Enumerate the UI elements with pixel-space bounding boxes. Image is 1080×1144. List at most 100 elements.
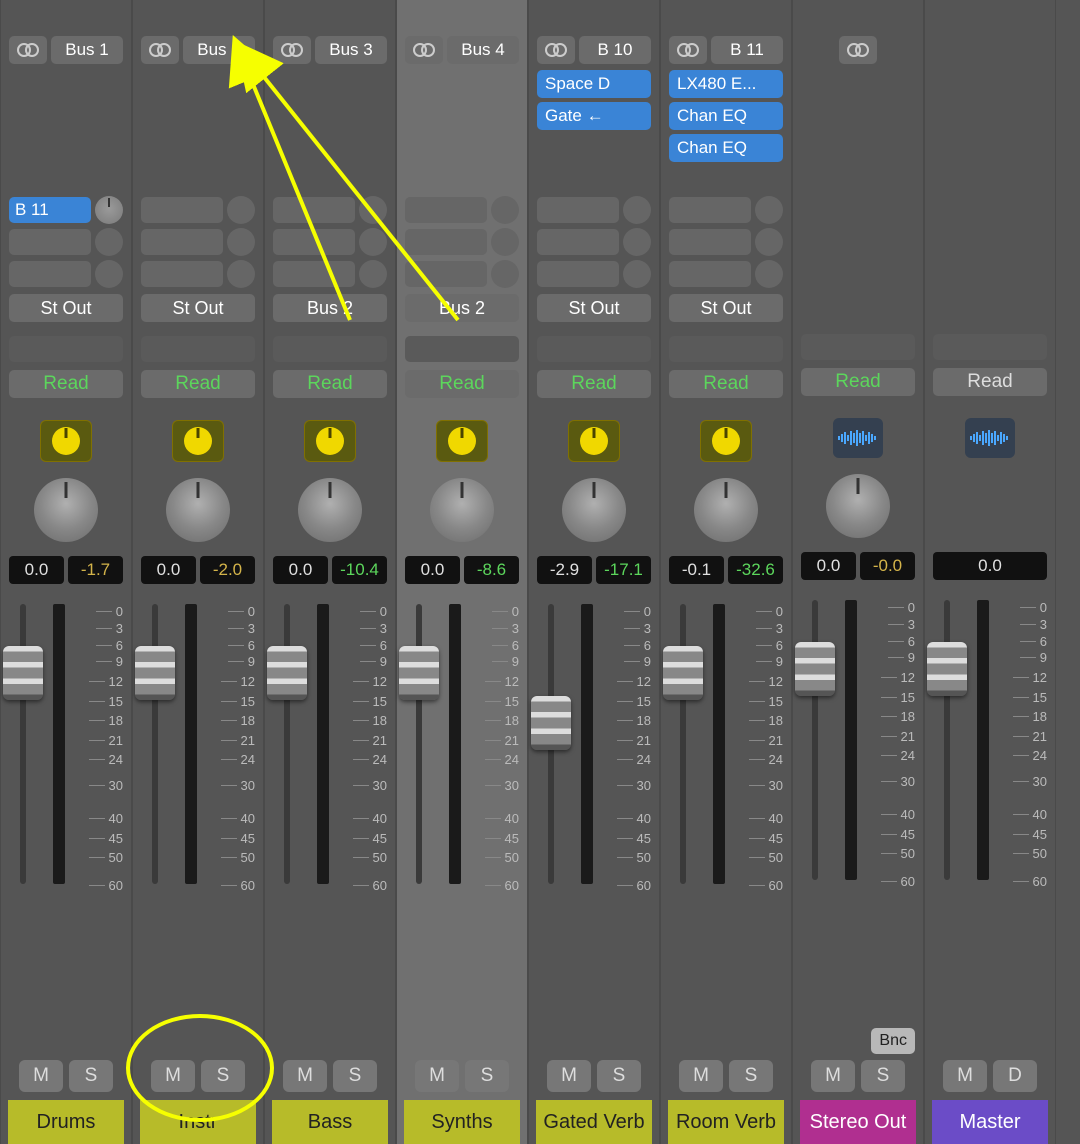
stereo-icon[interactable] xyxy=(9,36,47,64)
insert-slot[interactable]: Chan EQ xyxy=(669,134,783,162)
automation-mode[interactable]: Read xyxy=(933,368,1047,396)
db-value[interactable]: 0.0 xyxy=(801,552,856,580)
db-value[interactable]: 0.0 xyxy=(9,556,64,584)
send-slot-empty[interactable] xyxy=(669,229,751,255)
output-slot[interactable]: St Out xyxy=(141,294,255,322)
group-slot[interactable] xyxy=(933,334,1047,360)
db-value[interactable]: -0.1 xyxy=(669,556,724,584)
fader-cap[interactable] xyxy=(663,646,703,700)
fader-track[interactable] xyxy=(269,604,305,884)
output-slot[interactable]: Bus 2 xyxy=(273,294,387,322)
peak-value[interactable]: -8.6 xyxy=(464,556,519,584)
automation-mode[interactable]: Read xyxy=(537,370,651,398)
stereo-icon[interactable] xyxy=(839,36,877,64)
db-value[interactable]: 0.0 xyxy=(273,556,328,584)
pan-knob[interactable] xyxy=(430,478,494,542)
input-slot[interactable]: Bus 3 xyxy=(315,36,387,64)
db-value[interactable]: 0.0 xyxy=(933,552,1047,580)
pan-indicator[interactable] xyxy=(40,420,92,462)
output-slot[interactable]: St Out xyxy=(9,294,123,322)
peak-value[interactable]: -32.6 xyxy=(728,556,783,584)
solo-button[interactable]: S xyxy=(597,1060,641,1092)
fader-cap[interactable] xyxy=(267,646,307,700)
automation-mode[interactable]: Read xyxy=(9,370,123,398)
automation-mode[interactable]: Read xyxy=(273,370,387,398)
send-slot-empty[interactable] xyxy=(273,197,355,223)
output-slot[interactable]: St Out xyxy=(669,294,783,322)
mute-button[interactable]: M xyxy=(679,1060,723,1092)
fader-track[interactable] xyxy=(665,604,701,884)
fader-track[interactable] xyxy=(5,604,41,884)
peak-value[interactable]: -1.7 xyxy=(68,556,123,584)
db-value[interactable]: 0.0 xyxy=(405,556,460,584)
input-slot[interactable]: Bus 1 xyxy=(51,36,123,64)
mute-button[interactable]: M xyxy=(283,1060,327,1092)
automation-mode[interactable]: Read xyxy=(801,368,915,396)
send-slot-empty[interactable] xyxy=(537,197,619,223)
solo-button[interactable]: S xyxy=(861,1060,905,1092)
insert-slot[interactable]: Gate ← xyxy=(537,102,651,130)
output-slot[interactable]: St Out xyxy=(537,294,651,322)
stereo-icon[interactable] xyxy=(669,36,707,64)
group-slot[interactable] xyxy=(9,336,123,362)
pan-knob[interactable] xyxy=(826,474,890,538)
insert-slot[interactable]: LX480 E... xyxy=(669,70,783,98)
fader-cap[interactable] xyxy=(3,646,43,700)
send-slot-empty[interactable] xyxy=(9,261,91,287)
group-slot[interactable] xyxy=(405,336,519,362)
send-slot-empty[interactable] xyxy=(537,229,619,255)
insert-slot[interactable]: Space D xyxy=(537,70,651,98)
stereo-icon[interactable] xyxy=(537,36,575,64)
track-name[interactable]: Synths xyxy=(404,1100,520,1144)
peak-value[interactable]: -2.0 xyxy=(200,556,255,584)
send-slot-empty[interactable] xyxy=(141,261,223,287)
automation-mode[interactable]: Read xyxy=(669,370,783,398)
pan-indicator[interactable] xyxy=(700,420,752,462)
automation-mode[interactable]: Read xyxy=(405,370,519,398)
output-slot[interactable]: Bus 2 xyxy=(405,294,519,322)
send-slot-empty[interactable] xyxy=(273,229,355,255)
group-slot[interactable] xyxy=(141,336,255,362)
waveform-icon[interactable] xyxy=(833,418,883,458)
mute-button[interactable]: M xyxy=(943,1060,987,1092)
fader-cap[interactable] xyxy=(399,646,439,700)
pan-knob[interactable] xyxy=(166,478,230,542)
group-slot[interactable] xyxy=(801,334,915,360)
mute-button[interactable]: M xyxy=(547,1060,591,1092)
solo-button[interactable]: S xyxy=(333,1060,377,1092)
pan-indicator[interactable] xyxy=(172,420,224,462)
peak-value[interactable]: -17.1 xyxy=(596,556,651,584)
insert-slot[interactable]: Chan EQ xyxy=(669,102,783,130)
pan-indicator[interactable] xyxy=(304,420,356,462)
bounce-button[interactable]: Bnc xyxy=(871,1028,915,1054)
pan-indicator[interactable] xyxy=(436,420,488,462)
db-value[interactable]: -2.9 xyxy=(537,556,592,584)
solo-button[interactable]: S xyxy=(465,1060,509,1092)
send-slot-empty[interactable] xyxy=(405,261,487,287)
peak-value[interactable]: -10.4 xyxy=(332,556,387,584)
track-name[interactable]: Room Verb xyxy=(668,1100,784,1144)
track-name[interactable]: Bass xyxy=(272,1100,388,1144)
fader-cap[interactable] xyxy=(531,696,571,750)
pan-knob[interactable] xyxy=(34,478,98,542)
mute-button[interactable]: M xyxy=(19,1060,63,1092)
mute-button[interactable]: M xyxy=(415,1060,459,1092)
send-slot-empty[interactable] xyxy=(405,229,487,255)
track-name[interactable]: Stereo Out xyxy=(800,1100,916,1144)
pan-knob[interactable] xyxy=(562,478,626,542)
solo-button[interactable]: S xyxy=(69,1060,113,1092)
send-slot-empty[interactable] xyxy=(273,261,355,287)
stereo-icon[interactable] xyxy=(141,36,179,64)
pan-indicator[interactable] xyxy=(568,420,620,462)
send-slot-empty[interactable] xyxy=(537,261,619,287)
mute-button[interactable]: M xyxy=(811,1060,855,1092)
send-slot[interactable]: B 11 xyxy=(9,197,91,223)
group-slot[interactable] xyxy=(537,336,651,362)
send-slot-empty[interactable] xyxy=(9,229,91,255)
track-name[interactable]: Drums xyxy=(8,1100,124,1144)
fader-cap[interactable] xyxy=(795,642,835,696)
track-name[interactable]: Master xyxy=(932,1100,1048,1144)
track-name[interactable]: Gated Verb xyxy=(536,1100,652,1144)
pan-knob[interactable] xyxy=(694,478,758,542)
peak-value[interactable]: -0.0 xyxy=(860,552,915,580)
